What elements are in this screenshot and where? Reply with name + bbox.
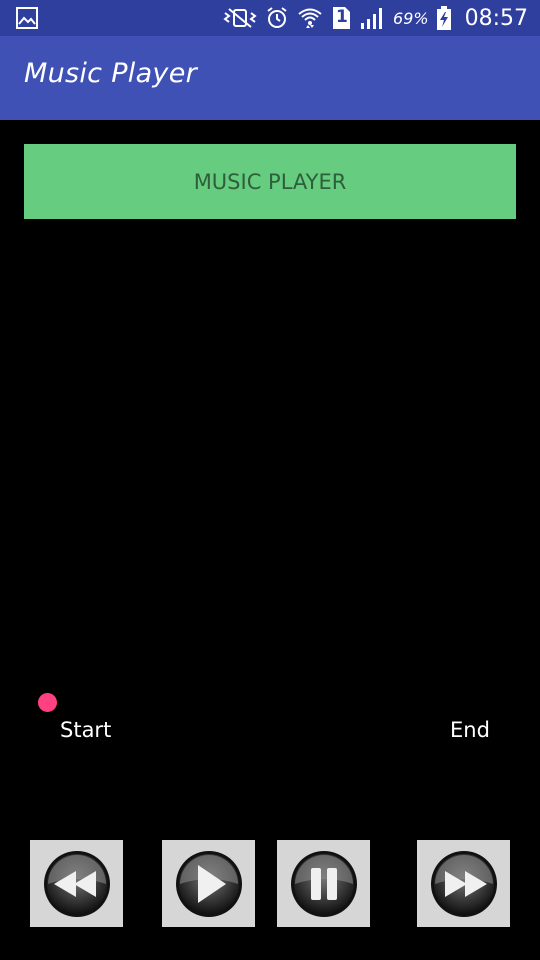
wifi-icon <box>297 5 323 31</box>
header-banner-label: MUSIC PLAYER <box>193 169 347 194</box>
battery-percent: 69% <box>393 8 429 28</box>
rewind-button[interactable] <box>30 840 123 927</box>
signal-icon <box>359 6 385 30</box>
fast-forward-button[interactable] <box>417 840 510 927</box>
status-bar: 1 69% 08:57 <box>0 0 540 36</box>
image-icon <box>16 7 38 29</box>
end-label: End <box>450 718 490 742</box>
vibrate-mute-icon <box>223 7 257 29</box>
app-bar: Music Player <box>0 36 540 120</box>
seekbar-thumb[interactable] <box>38 693 57 712</box>
clock: 08:57 <box>464 5 528 31</box>
start-label: Start <box>60 718 112 742</box>
fast-forward-icon <box>429 849 499 919</box>
battery-charging-icon <box>436 6 451 30</box>
status-icons: 1 69% 08:57 <box>223 0 528 36</box>
sim-slot-number: 1 <box>336 7 348 27</box>
play-icon <box>174 849 244 919</box>
sim-icon: 1 <box>331 6 351 30</box>
header-banner: MUSIC PLAYER <box>24 144 516 219</box>
app-title: Music Player <box>24 58 198 89</box>
alarm-icon <box>265 6 289 30</box>
pause-icon <box>289 849 359 919</box>
rewind-icon <box>42 849 112 919</box>
play-button[interactable] <box>162 840 255 927</box>
pause-button[interactable] <box>277 840 370 927</box>
